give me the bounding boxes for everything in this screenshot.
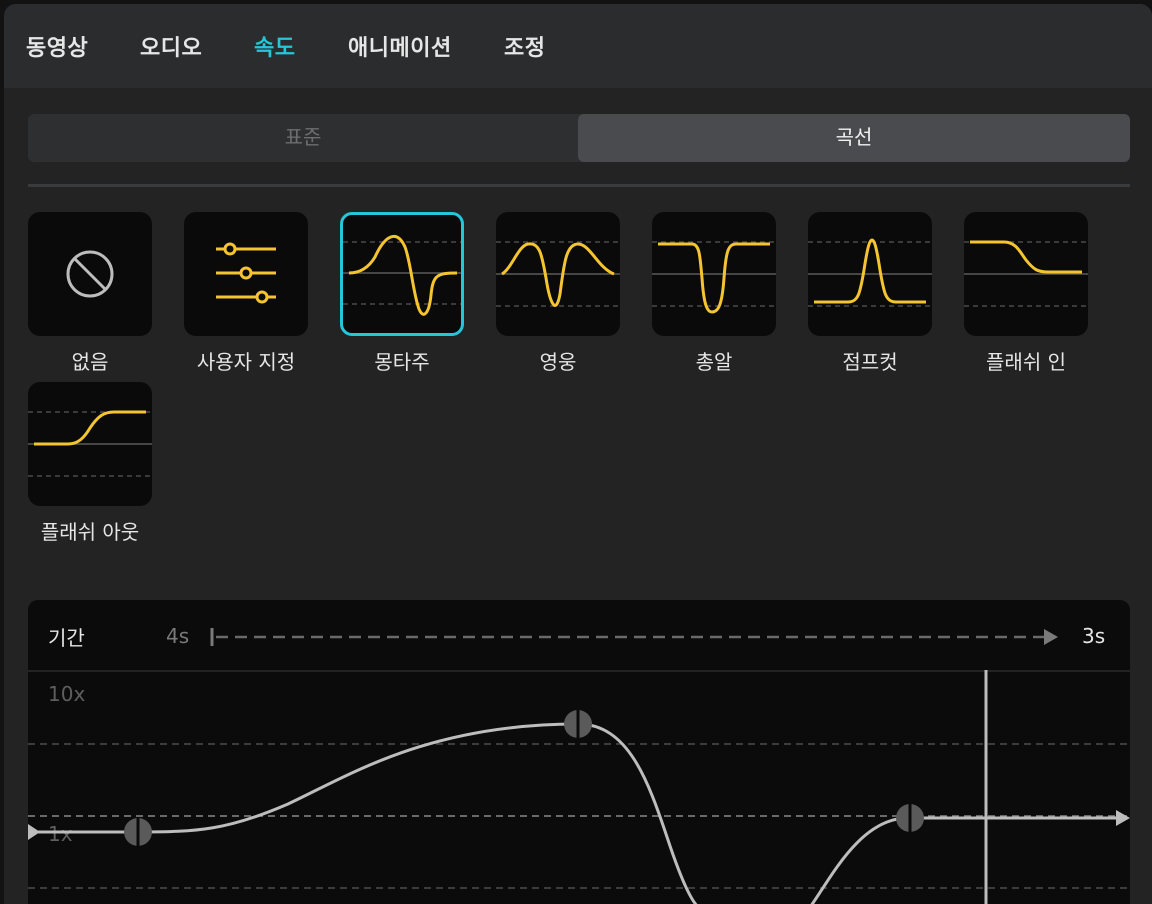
- jumpcut-curve-icon: [808, 238, 932, 307]
- preset-jumpcut[interactable]: 점프컷: [808, 212, 932, 375]
- speed-curve-line: [28, 722, 698, 904]
- preset-tile: [184, 212, 308, 336]
- preset-label: 없음: [71, 350, 109, 374]
- preset-label: 점프컷: [842, 350, 898, 374]
- preset-tile: [808, 212, 932, 336]
- preset-flash-out[interactable]: 플래쉬 아웃: [28, 382, 152, 545]
- preset-tile: [28, 212, 152, 336]
- tab-animation[interactable]: 애니메이션: [348, 30, 452, 62]
- preset-custom[interactable]: 사용자 지정: [184, 212, 308, 375]
- speed-curve-graph[interactable]: [28, 670, 1130, 904]
- hero-curve-icon: [496, 241, 620, 307]
- preset-label: 총알: [695, 350, 733, 374]
- duration-new: 3s: [1082, 624, 1106, 648]
- flash-out-curve-icon: [28, 410, 152, 477]
- preset-tile: [652, 212, 776, 336]
- preset-none[interactable]: 없음: [28, 212, 152, 375]
- sliders-icon: [216, 242, 276, 304]
- curve-mode-button[interactable]: 곡선: [578, 114, 1130, 162]
- speed-curve-line: [810, 816, 1118, 904]
- section-divider: [28, 184, 1130, 187]
- preset-tile: [340, 212, 464, 336]
- preset-tile: [28, 382, 152, 506]
- standard-mode-button[interactable]: 표준: [28, 114, 578, 162]
- duration-label: 기간: [48, 626, 85, 650]
- no-entry-icon: [66, 250, 114, 298]
- speed-mode-segmented-control: 표준 곡선: [28, 114, 1130, 162]
- speed-editor-window: 동영상 오디오 속도 애니메이션 조정 표준 곡선 없음 사용자 지정 몽타주 …: [4, 4, 1152, 904]
- tab-bar: 동영상 오디오 속도 애니메이션 조정: [4, 4, 1152, 88]
- curve-end-arrow: [1116, 810, 1130, 826]
- preset-tile: [496, 212, 620, 336]
- preset-bullet[interactable]: 총알: [652, 212, 776, 375]
- duration-arrow: [210, 628, 1058, 646]
- preset-label: 사용자 지정: [196, 350, 296, 374]
- preset-label: 영웅: [539, 350, 577, 374]
- preset-label: 몽타주: [374, 350, 430, 374]
- preset-label: 플래쉬 인: [986, 350, 1066, 374]
- control-point-2[interactable]: [564, 710, 592, 738]
- tab-speed[interactable]: 속도: [254, 30, 295, 62]
- preset-montage[interactable]: 몽타주: [340, 212, 464, 375]
- curve-start-arrow: [28, 824, 40, 840]
- montage-curve-icon: [343, 234, 461, 316]
- preset-label: 플래쉬 아웃: [40, 520, 140, 544]
- control-point-1[interactable]: [124, 818, 152, 846]
- flash-in-curve-icon: [964, 240, 1088, 307]
- duration-row: 기간 4s 3s: [28, 600, 1130, 672]
- tab-audio[interactable]: 오디오: [140, 30, 202, 62]
- duration-original: 4s: [166, 624, 190, 648]
- speed-curve-panel: 기간 4s 3s 10x 1x: [28, 600, 1130, 904]
- preset-hero[interactable]: 영웅: [496, 212, 620, 375]
- tab-adjust[interactable]: 조정: [504, 30, 545, 62]
- bullet-curve-icon: [652, 241, 776, 314]
- preset-tile: [964, 212, 1088, 336]
- control-point-3[interactable]: [896, 804, 924, 832]
- preset-flash-in[interactable]: 플래쉬 인: [964, 212, 1088, 375]
- tab-video[interactable]: 동영상: [26, 30, 88, 62]
